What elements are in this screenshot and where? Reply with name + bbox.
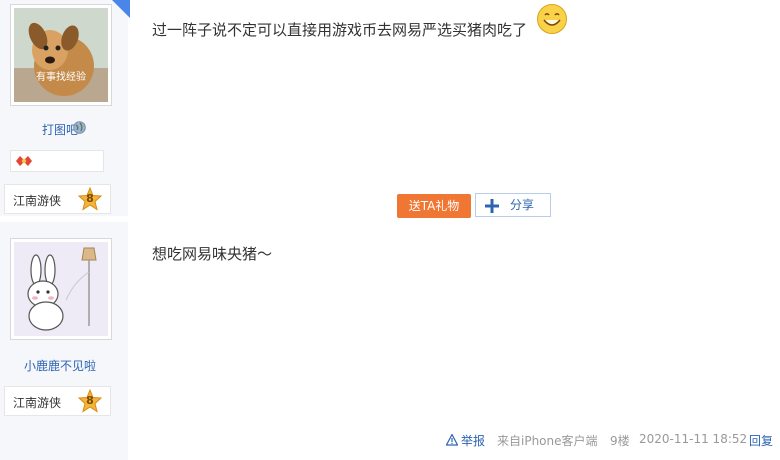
- post-content: 过一阵子说不定可以直接用游戏币去网易严选买猪肉吃了: [152, 21, 528, 39]
- client-source: 来自iPhone客户端: [497, 434, 598, 448]
- level-name: 江南游侠: [13, 396, 62, 410]
- level-badge[interactable]: 江南游侠 8: [4, 184, 111, 214]
- warning-icon: [446, 434, 458, 446]
- level-name: 江南游侠: [13, 194, 62, 208]
- dog-avatar-icon: 有事找经验: [14, 8, 108, 102]
- globe-icon: [73, 121, 86, 134]
- report-link[interactable]: 举报: [461, 432, 485, 449]
- medal-icon: [16, 156, 32, 166]
- avatar[interactable]: 有事找经验: [10, 4, 112, 106]
- floor-number: 9楼: [610, 434, 630, 448]
- reply-link[interactable]: 回复: [749, 432, 773, 449]
- plus-icon: [485, 199, 499, 213]
- avatar[interactable]: [10, 238, 112, 340]
- smile-emoji-icon: [537, 4, 567, 34]
- username[interactable]: 打图吧: [0, 121, 120, 138]
- post-content: 想吃网易味央猪～: [152, 245, 273, 263]
- share-button[interactable]: 分享: [475, 193, 551, 217]
- send-gift-button[interactable]: 送TA礼物: [397, 194, 471, 218]
- corner-ribbon-icon: [112, 0, 130, 18]
- post-datetime: 2020-11-11 18:52: [639, 432, 748, 446]
- medal-box: [10, 150, 104, 172]
- post-divider: [0, 216, 780, 222]
- avatar-caption: 有事找经验: [36, 70, 86, 83]
- share-label: 分享: [510, 198, 535, 212]
- username[interactable]: 小鹿鹿不见啦: [0, 357, 120, 374]
- level-badge[interactable]: 江南游侠 8: [4, 386, 111, 416]
- level-number: 8: [86, 192, 94, 205]
- level-number: 8: [86, 394, 94, 407]
- bunny-avatar-icon: [14, 242, 108, 336]
